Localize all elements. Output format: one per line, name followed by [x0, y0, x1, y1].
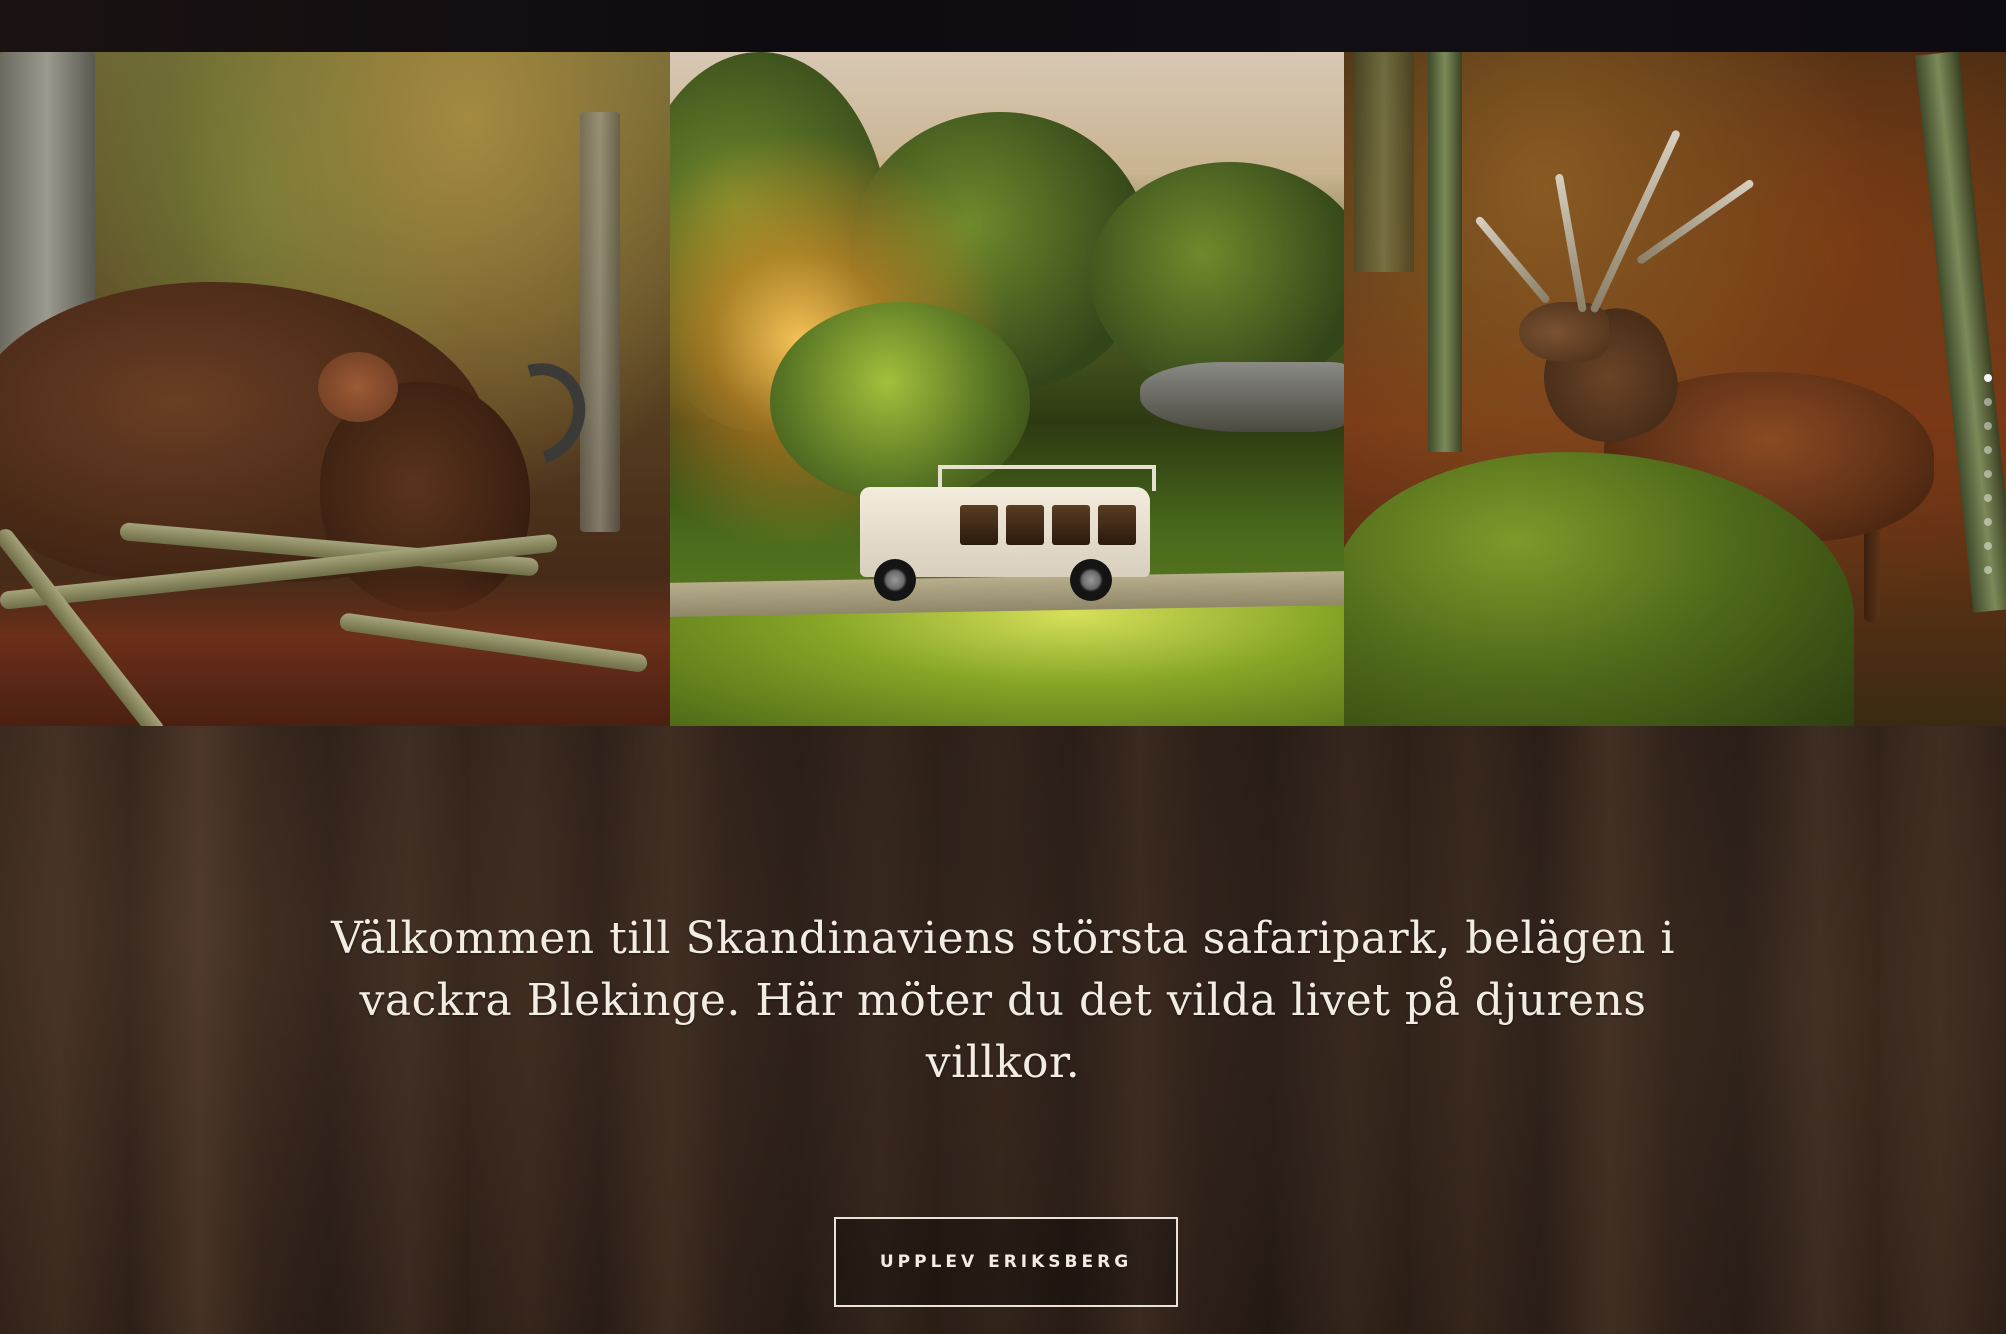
intro-text: Välkommen till Skandinaviens största saf…: [331, 913, 1675, 1088]
slider-dot[interactable]: [1984, 494, 1992, 502]
slider-dot[interactable]: [1984, 566, 1992, 574]
vehicle-window: [960, 505, 998, 545]
header-strip: [0, 0, 2006, 52]
antler: [1554, 173, 1587, 313]
slider-dot[interactable]: [1984, 518, 1992, 526]
page: Välkommen till Skandinaviens största saf…: [0, 0, 2006, 1334]
vehicle-wheel: [874, 559, 916, 601]
slider-dot[interactable]: [1984, 446, 1992, 454]
slider-pagination: [1984, 374, 1994, 574]
tree-trunk: [580, 112, 620, 532]
safari-vehicle: [860, 447, 1156, 601]
vehicle-window: [1052, 505, 1090, 545]
slider-dot[interactable]: [1984, 374, 1992, 382]
vehicle-window: [1098, 505, 1136, 545]
upplev-eriksberg-button[interactable]: UPPLEV ERIKSBERG: [834, 1217, 1178, 1307]
antler: [1589, 129, 1682, 314]
tree-trunk: [1428, 52, 1462, 452]
pond: [1140, 362, 1344, 432]
gallery-image-deer[interactable]: [1344, 52, 2006, 726]
slider-dot[interactable]: [1984, 422, 1992, 430]
vehicle-window: [1006, 505, 1044, 545]
vehicle-wheel: [1070, 559, 1112, 601]
gallery-image-safari[interactable]: [670, 52, 1344, 726]
photo-gallery: [0, 52, 2006, 726]
tree-trunk: [1354, 52, 1414, 272]
gallery-image-bison[interactable]: [0, 52, 670, 726]
slider-dot[interactable]: [1984, 398, 1992, 406]
antler: [1474, 215, 1552, 305]
tree: [1090, 162, 1344, 392]
calf-head: [318, 352, 398, 422]
slider-dot[interactable]: [1984, 470, 1992, 478]
slider-dot[interactable]: [1984, 542, 1992, 550]
